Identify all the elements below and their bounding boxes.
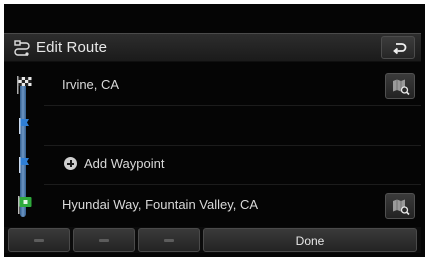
destination-map-search-button[interactable]	[385, 193, 415, 219]
waypoint-flag-icon	[19, 118, 29, 134]
waypoint-flag-icon	[19, 157, 29, 173]
back-arrow-icon	[393, 43, 407, 55]
map-search-icon	[393, 79, 410, 96]
header-bar: Edit Route	[4, 33, 421, 62]
checkered-flag-icon	[17, 76, 32, 94]
waypoint-row[interactable]	[4, 107, 421, 145]
edit-route-icon	[14, 40, 30, 56]
add-circle-icon	[64, 157, 77, 170]
route-list: Irvine, CA Add Waypoint Hyundai Way, Fou…	[4, 63, 421, 225]
divider	[44, 184, 421, 185]
bottom-button-bar: Done	[4, 227, 421, 253]
done-button[interactable]: Done	[203, 228, 417, 252]
back-button[interactable]	[381, 36, 415, 59]
add-waypoint-row[interactable]: Add Waypoint	[4, 146, 421, 184]
add-waypoint-label: Add Waypoint	[84, 156, 165, 171]
button-glyph-icon	[99, 239, 109, 242]
button-glyph-icon	[164, 239, 174, 242]
done-button-label: Done	[295, 234, 325, 248]
divider	[44, 105, 421, 106]
button-glyph-icon	[34, 239, 44, 242]
route-start-label: Irvine, CA	[62, 77, 120, 92]
route-destination-label: Hyundai Way, Fountain Valley, CA	[62, 197, 259, 212]
bottom-button-2[interactable]	[73, 228, 135, 252]
map-search-icon	[393, 199, 410, 216]
route-start-row[interactable]: Irvine, CA	[4, 67, 421, 105]
start-map-search-button[interactable]	[385, 73, 415, 99]
page-title: Edit Route	[36, 39, 108, 56]
screen: Edit Route Irvine, CA Add Waypoint Hyund…	[0, 0, 429, 261]
destination-flag-icon	[18, 196, 32, 214]
bottom-button-1[interactable]	[8, 228, 70, 252]
bottom-button-3[interactable]	[138, 228, 200, 252]
route-destination-row[interactable]: Hyundai Way, Fountain Valley, CA	[4, 187, 421, 225]
